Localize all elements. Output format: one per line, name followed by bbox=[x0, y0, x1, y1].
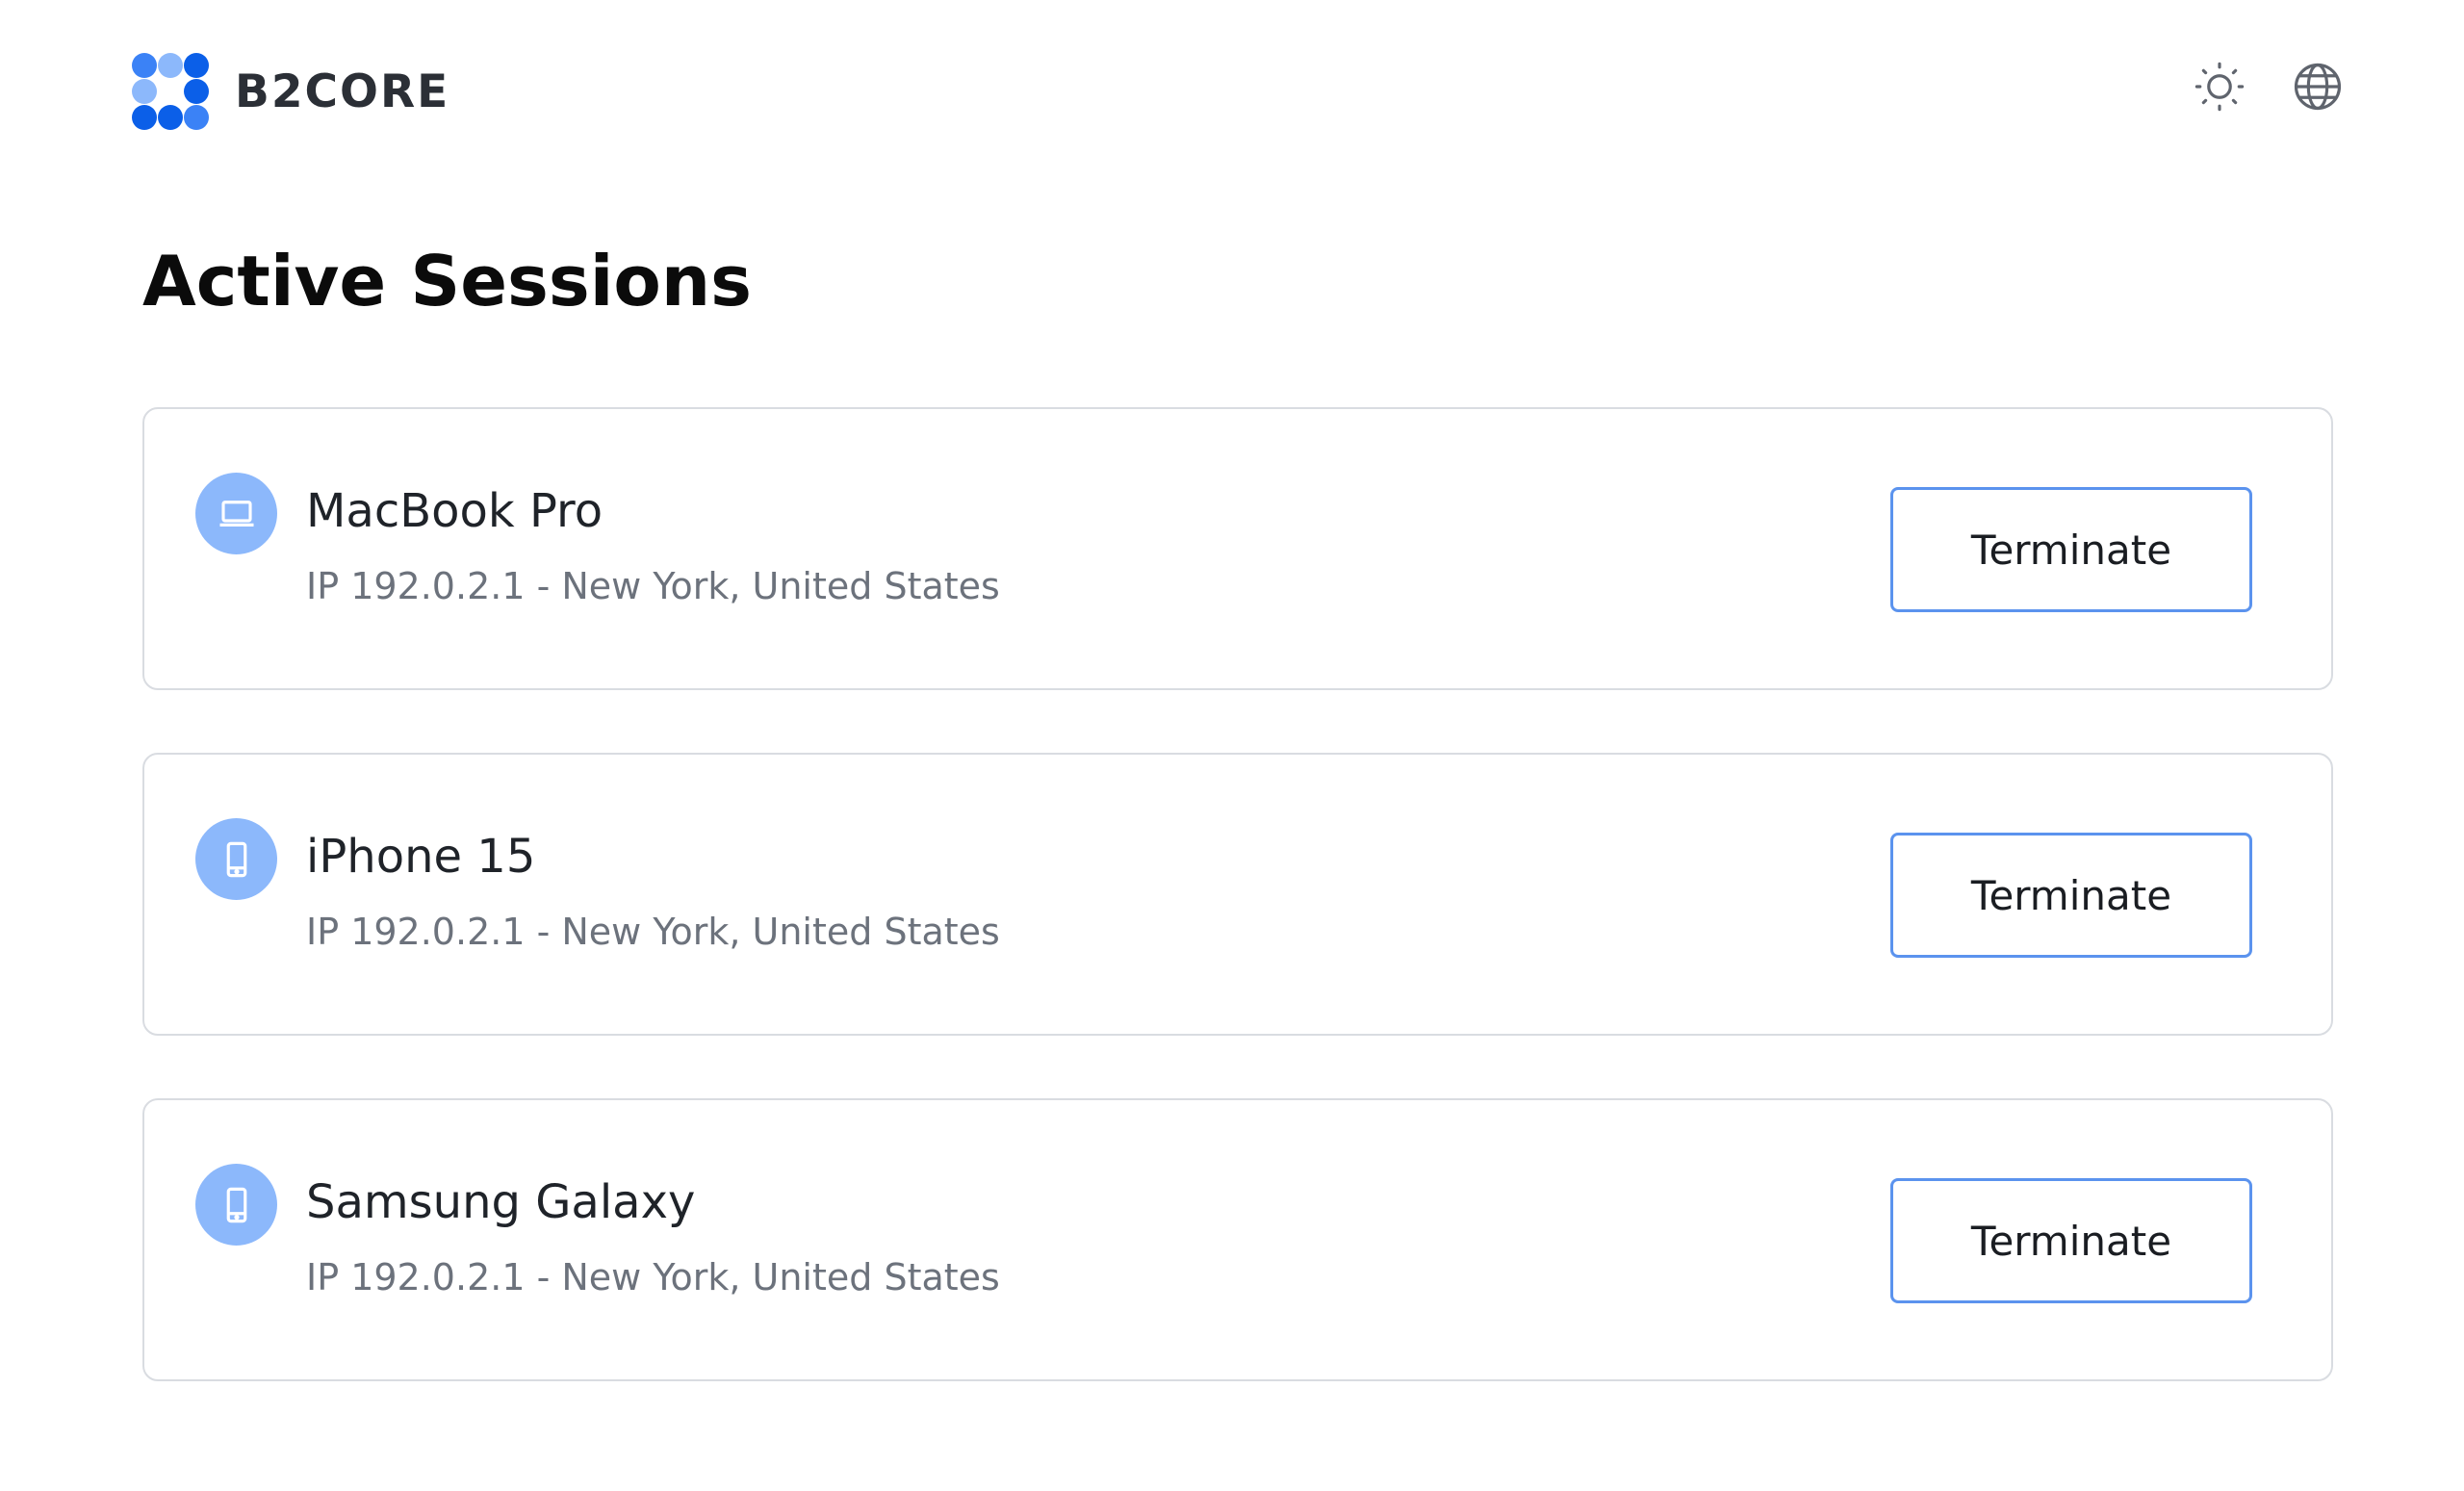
language-button[interactable] bbox=[2292, 61, 2344, 113]
session-card: MacBook Pro IP 192.0.2.1 - New York, Uni… bbox=[142, 407, 2333, 690]
phone-icon bbox=[226, 1187, 246, 1222]
phone-icon bbox=[226, 841, 246, 877]
terminate-button[interactable]: Terminate bbox=[1890, 487, 2252, 612]
device-avatar bbox=[195, 473, 277, 554]
session-details: IP 192.0.2.1 - New York, United States bbox=[306, 1256, 1000, 1298]
brand-logo[interactable]: B2CORE bbox=[132, 53, 449, 130]
device-name: MacBook Pro bbox=[306, 484, 603, 538]
terminate-button[interactable]: Terminate bbox=[1890, 833, 2252, 958]
sun-icon bbox=[2194, 62, 2245, 112]
terminate-button[interactable]: Terminate bbox=[1890, 1178, 2252, 1303]
device-name: iPhone 15 bbox=[306, 830, 536, 884]
session-card: Samsung Galaxy IP 192.0.2.1 - New York, … bbox=[142, 1098, 2333, 1381]
theme-toggle-button[interactable] bbox=[2194, 61, 2246, 113]
top-header: B2CORE bbox=[0, 0, 2464, 183]
b2core-logo-icon bbox=[132, 53, 209, 130]
device-avatar bbox=[195, 1164, 277, 1246]
page-title: Active Sessions bbox=[142, 241, 752, 321]
globe-icon bbox=[2294, 63, 2342, 111]
session-details: IP 192.0.2.1 - New York, United States bbox=[306, 565, 1000, 607]
header-actions bbox=[2194, 61, 2344, 113]
device-name: Samsung Galaxy bbox=[306, 1175, 696, 1229]
sessions-list: MacBook Pro IP 192.0.2.1 - New York, Uni… bbox=[142, 407, 2333, 1444]
laptop-icon bbox=[219, 500, 253, 527]
session-details: IP 192.0.2.1 - New York, United States bbox=[306, 911, 1000, 953]
brand-name: B2CORE bbox=[235, 64, 450, 118]
device-avatar bbox=[195, 818, 277, 900]
session-card: iPhone 15 IP 192.0.2.1 - New York, Unite… bbox=[142, 753, 2333, 1036]
